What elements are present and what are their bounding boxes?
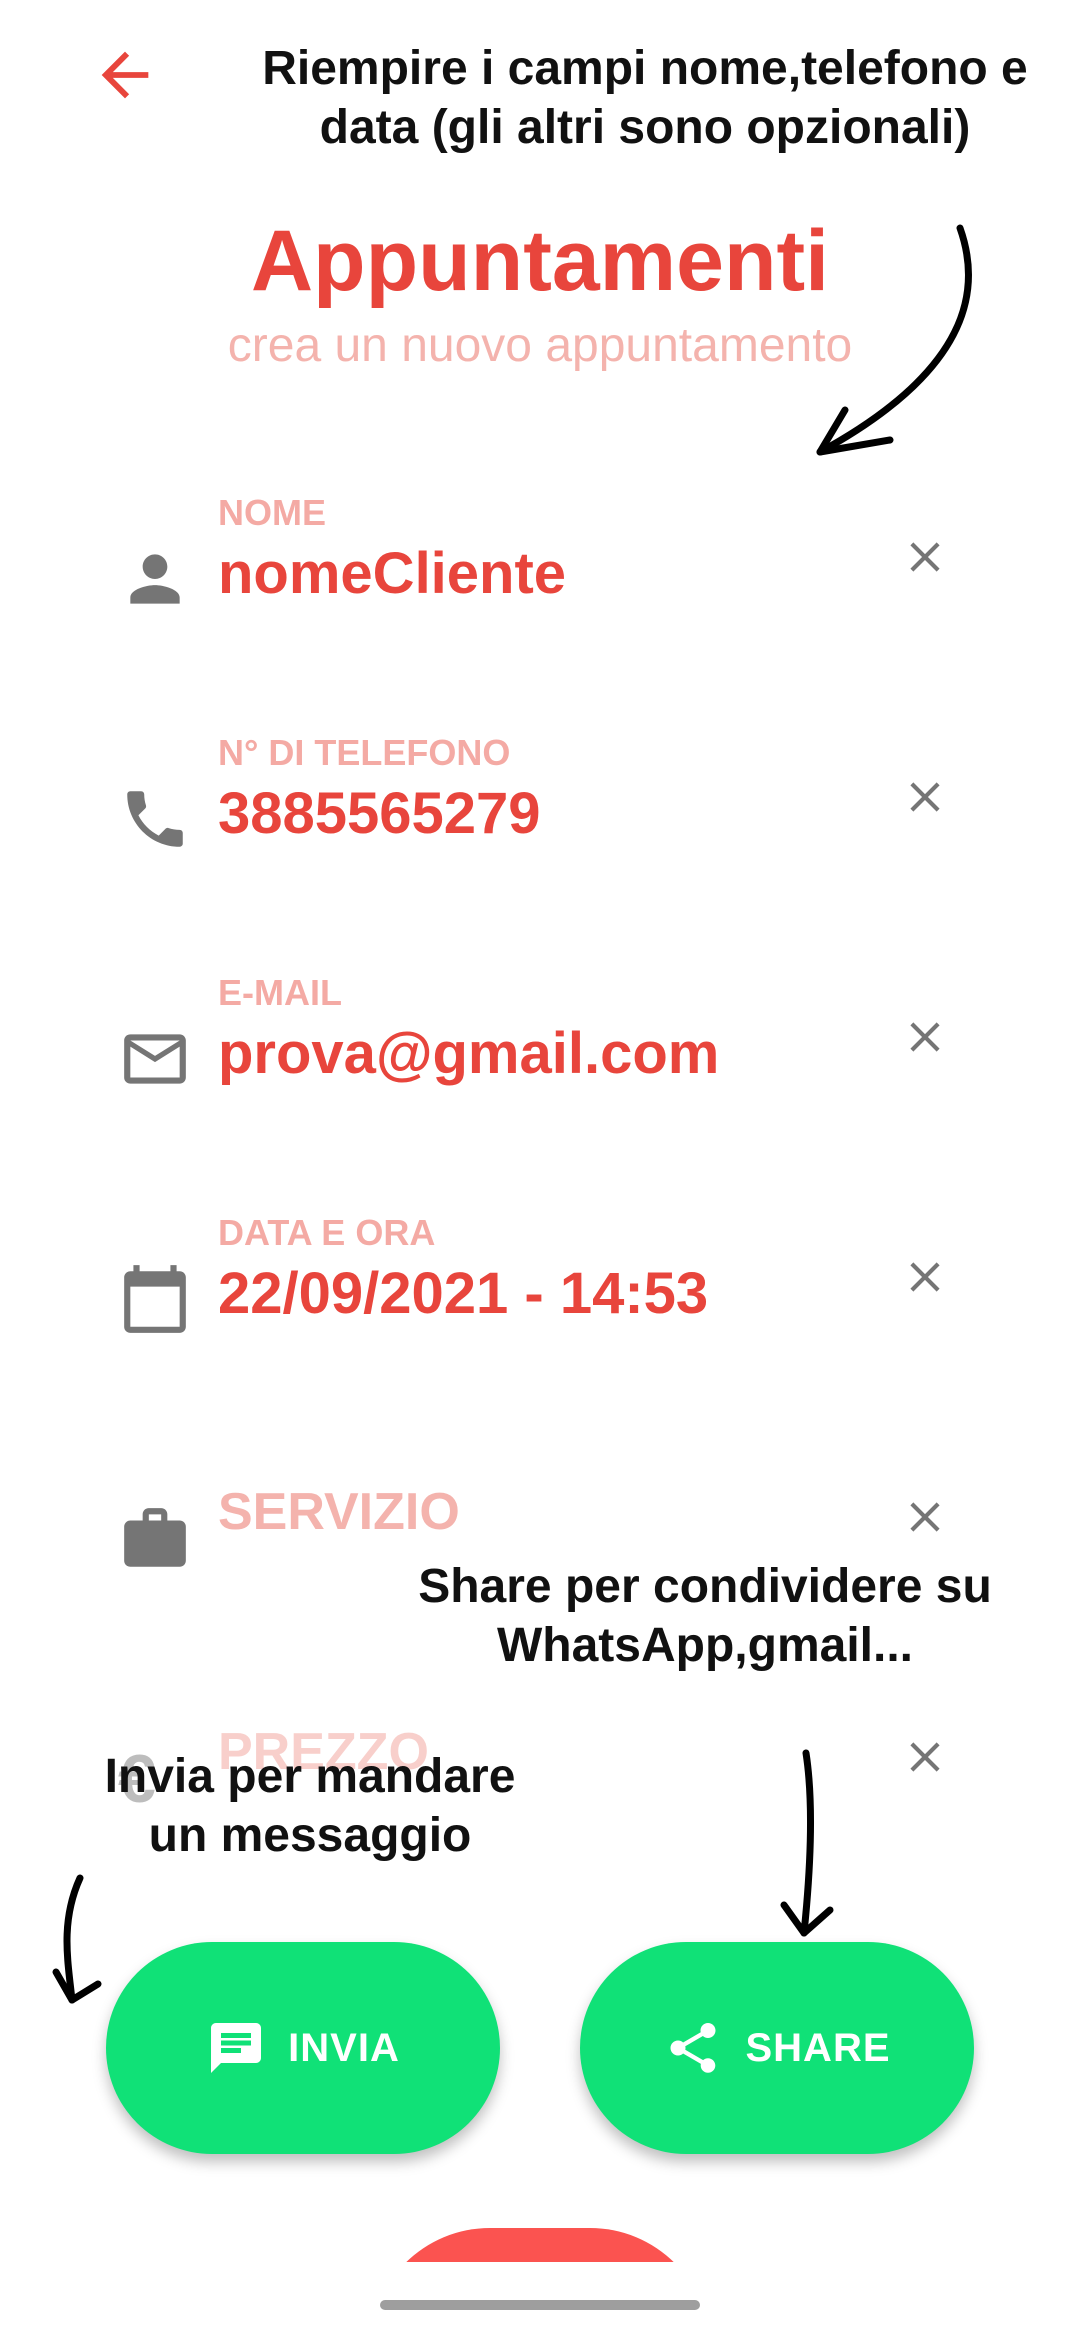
- field-data-ora[interactable]: DATA E ORA 22/09/2021 - 14:53: [0, 1212, 1080, 1412]
- field-label: N° DI TELEFONO: [218, 732, 511, 773]
- email-input[interactable]: prova@gmail.com: [218, 1020, 719, 1087]
- phone-icon: [118, 782, 192, 856]
- clear-icon[interactable]: [900, 772, 950, 822]
- navigation-strip: [0, 2262, 1080, 2326]
- data-ora-input[interactable]: 22/09/2021 - 14:53: [218, 1260, 708, 1327]
- calendar-icon: [118, 1262, 192, 1336]
- servizio-input[interactable]: SERVIZIO: [218, 1482, 460, 1542]
- clear-icon[interactable]: [900, 1252, 950, 1302]
- field-label: NOME: [218, 492, 326, 533]
- clear-icon[interactable]: [900, 1732, 950, 1782]
- mail-icon: [118, 1022, 192, 1096]
- invia-button[interactable]: INVIA: [106, 1942, 500, 2154]
- field-email[interactable]: E-MAIL prova@gmail.com: [0, 972, 1080, 1172]
- nome-input[interactable]: nomeCliente: [218, 540, 566, 607]
- person-icon: [118, 542, 192, 616]
- drawn-arrow-invia: [52, 1874, 102, 2004]
- field-telefono[interactable]: N° DI TELEFONO 3885565279: [0, 732, 1080, 932]
- share-icon: [663, 2018, 723, 2078]
- field-label: DATA E ORA: [218, 1212, 436, 1253]
- annotation-invia: Invia per mandare un messaggio: [104, 1750, 516, 1862]
- clear-icon[interactable]: [900, 532, 950, 582]
- field-label: E-MAIL: [218, 972, 342, 1013]
- home-indicator[interactable]: [380, 2300, 700, 2310]
- page-title: Appuntamenti: [250, 213, 830, 309]
- message-icon: [206, 2018, 266, 2078]
- page-subtitle: crea un nuovo appuntamento: [227, 319, 853, 372]
- telefono-input[interactable]: 3885565279: [218, 780, 541, 847]
- invia-label: INVIA: [288, 2025, 400, 2070]
- clear-icon[interactable]: [900, 1492, 950, 1542]
- arrow-back-icon: [101, 51, 149, 99]
- drawn-arrow-share: [780, 1749, 834, 1937]
- clear-icon[interactable]: [900, 1012, 950, 1062]
- briefcase-icon: [118, 1502, 192, 1576]
- share-label: SHARE: [745, 2025, 891, 2070]
- back-button[interactable]: [90, 40, 160, 110]
- annotation-share: Share per condividere su WhatsApp,gmail.…: [418, 1560, 992, 1672]
- annotation-required-fields: Riempire i campi nome,telefono e data (g…: [262, 42, 1028, 154]
- share-button[interactable]: SHARE: [580, 1942, 974, 2154]
- field-nome[interactable]: NOME nomeCliente: [0, 492, 1080, 692]
